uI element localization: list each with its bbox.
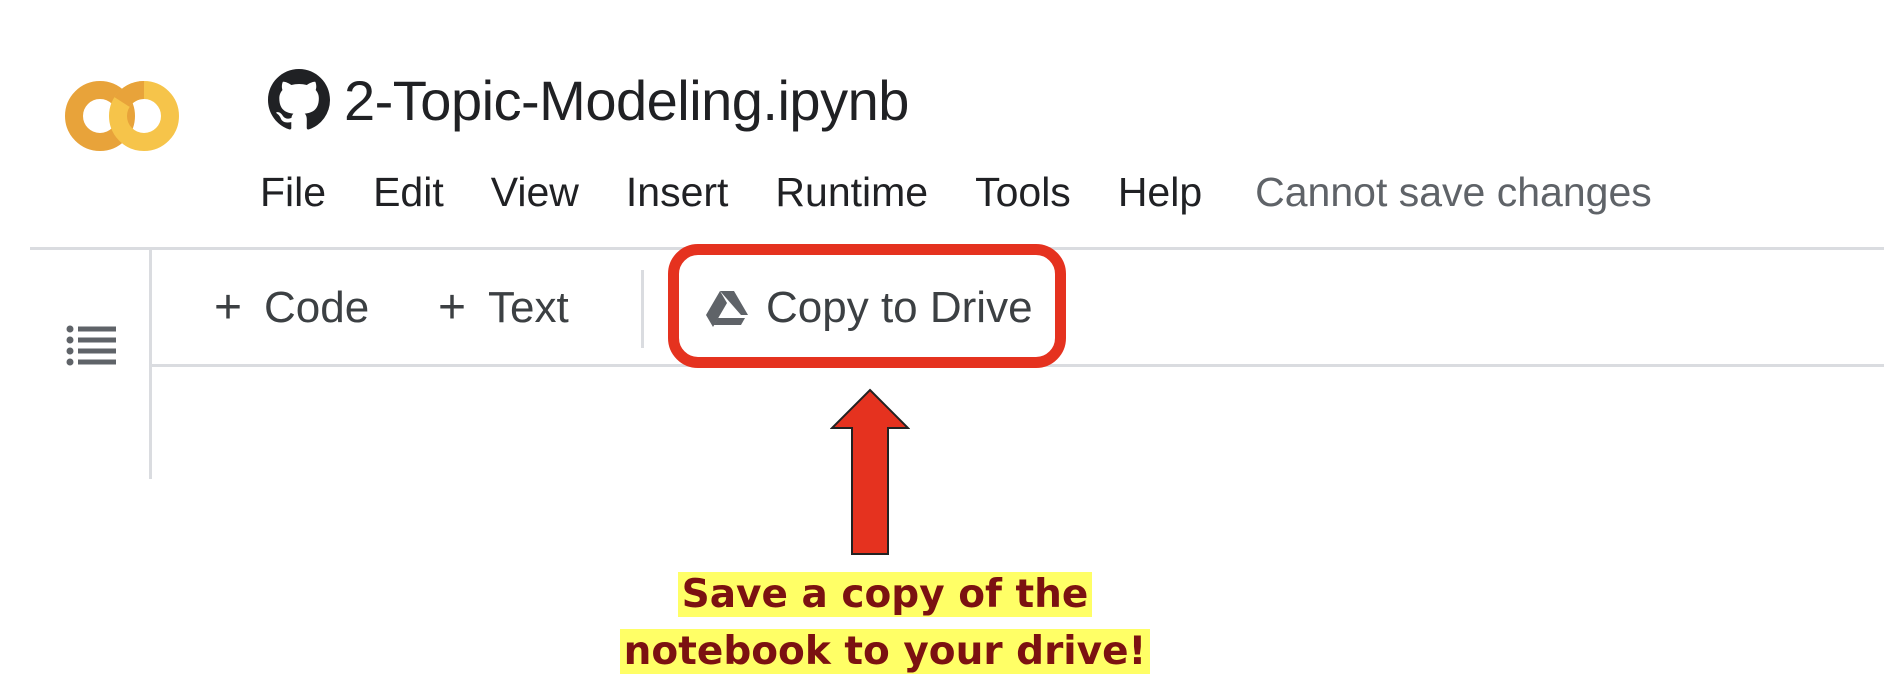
add-text-button[interactable]: + Text	[438, 280, 569, 336]
add-code-label: Code	[264, 283, 370, 332]
plus-icon: +	[214, 281, 243, 334]
toolbar-separator	[641, 270, 644, 348]
github-icon	[268, 69, 330, 130]
notebook-title[interactable]: 2-Topic-Modeling.ipynb	[344, 68, 909, 133]
table-of-contents-icon[interactable]	[66, 323, 118, 367]
colab-notebook-page: 2-Topic-Modeling.ipynb File Edit View In…	[0, 0, 1884, 690]
menu-bar: File Edit View Insert Runtime Tools Help…	[260, 162, 1652, 222]
add-code-button[interactable]: + Code	[214, 280, 369, 336]
annotation-line-1: Save a copy of the	[677, 572, 1093, 617]
menu-file[interactable]: File	[260, 169, 326, 216]
save-status-text[interactable]: Cannot save changes	[1255, 169, 1652, 216]
menu-tools[interactable]: Tools	[975, 169, 1071, 216]
copy-to-drive-button[interactable]: Copy to Drive	[706, 280, 1033, 336]
annotation-caption: Save a copy of the notebook to your driv…	[600, 566, 1170, 680]
menu-help[interactable]: Help	[1118, 169, 1202, 216]
menu-view[interactable]: View	[491, 169, 579, 216]
menu-insert[interactable]: Insert	[626, 169, 729, 216]
notebook-title-row: 2-Topic-Modeling.ipynb	[268, 60, 909, 140]
copy-to-drive-label: Copy to Drive	[766, 283, 1033, 332]
up-arrow-icon	[830, 388, 910, 555]
add-text-label: Text	[488, 283, 569, 332]
menu-edit[interactable]: Edit	[373, 169, 444, 216]
colab-logo-icon[interactable]	[62, 62, 182, 170]
annotation-line-2: notebook to your drive!	[619, 629, 1151, 674]
google-drive-icon	[706, 291, 748, 327]
plus-icon: +	[438, 281, 467, 334]
menu-runtime[interactable]: Runtime	[775, 169, 928, 216]
